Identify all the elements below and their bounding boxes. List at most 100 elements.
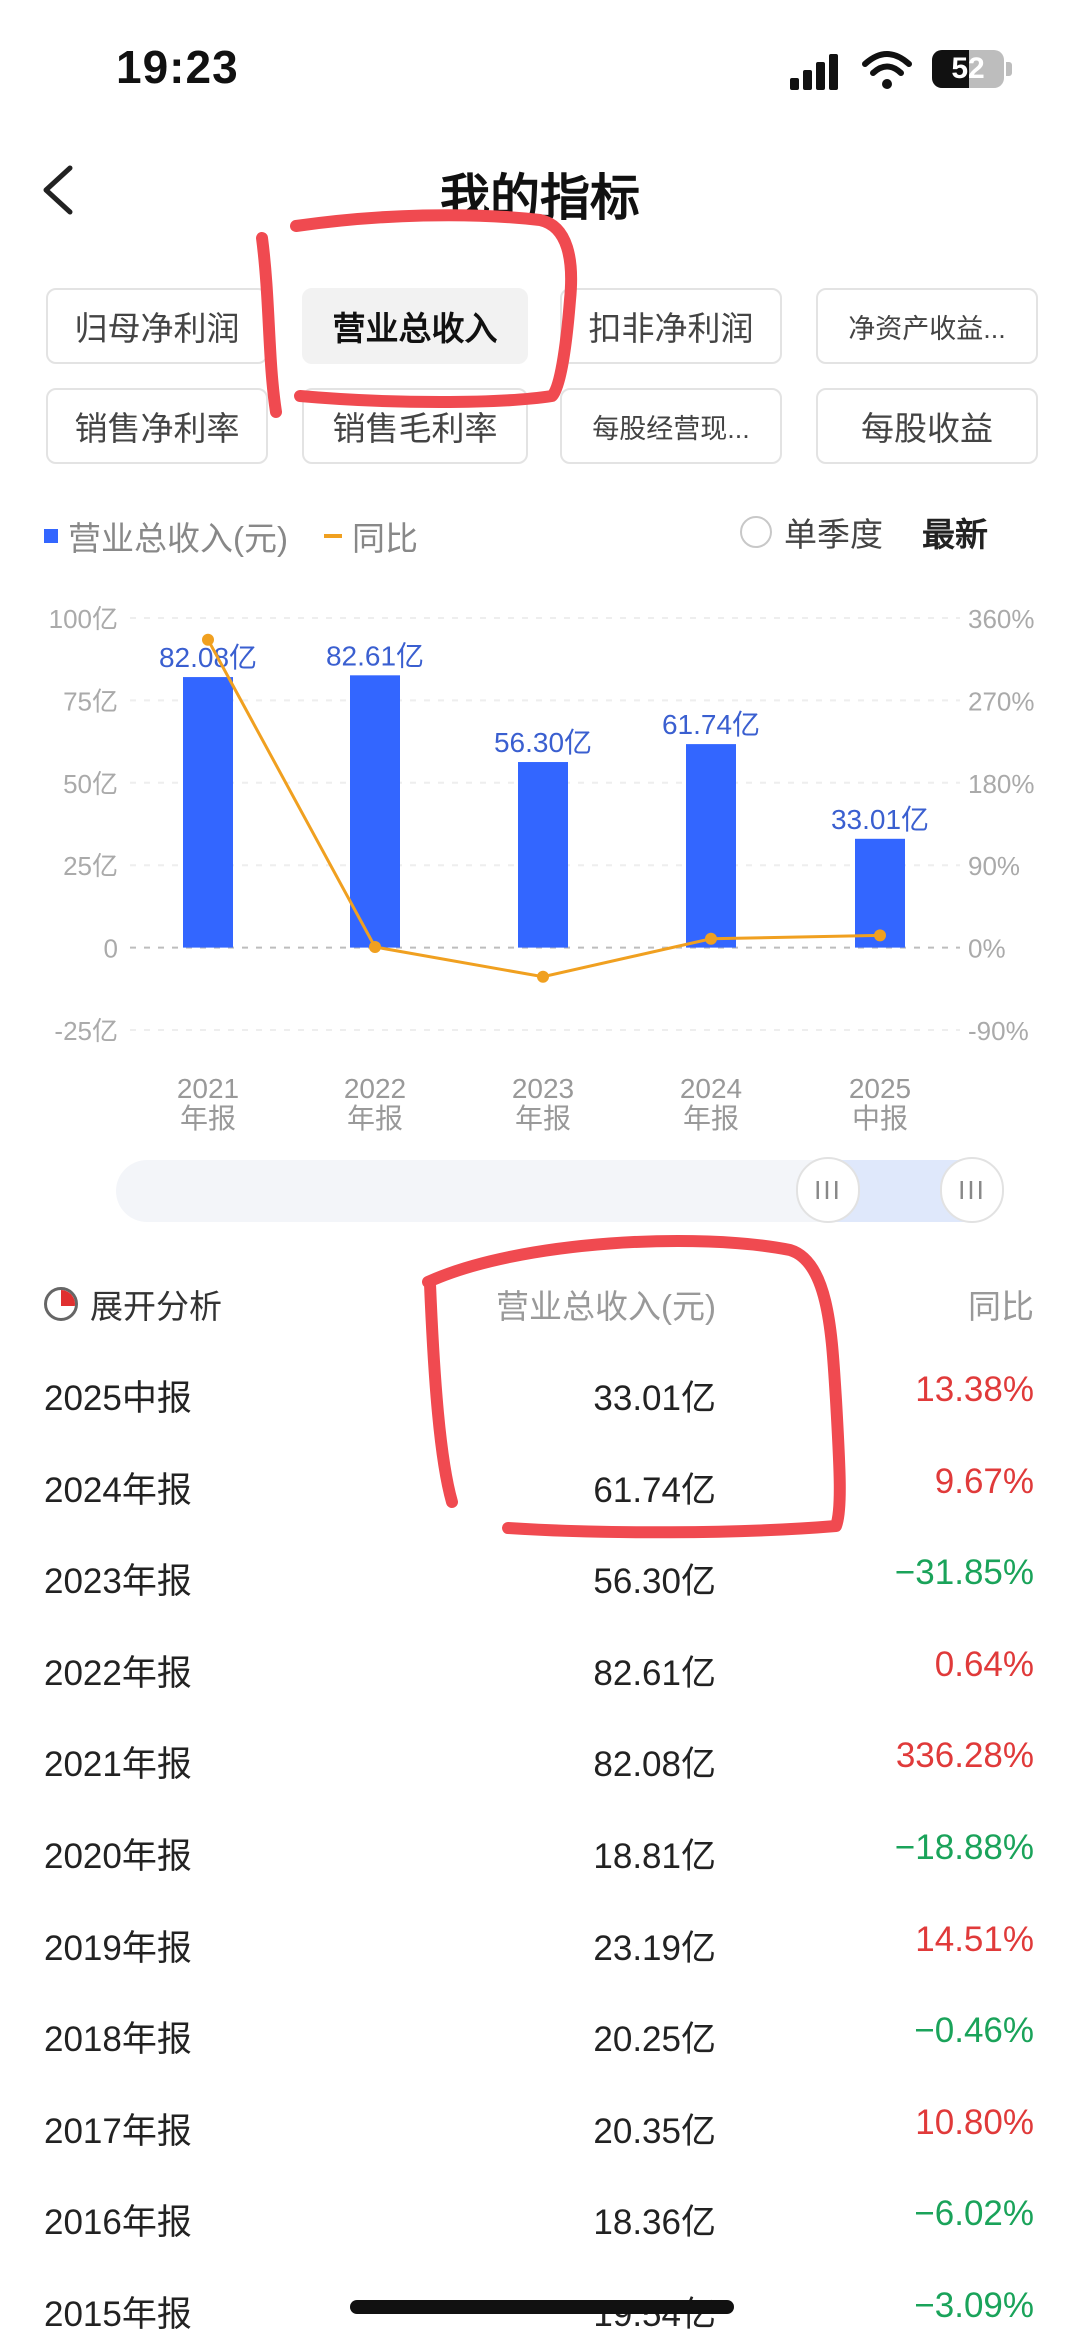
revenue-bar <box>686 744 736 948</box>
table-row[interactable]: 2022年报 82.61亿 0.64% <box>0 1645 1080 1705</box>
y-right-tick-label: 360% <box>968 604 1035 634</box>
row-yoy: 9.67% <box>934 1461 1034 1501</box>
row-period: 2017年报 <box>44 2111 192 2151</box>
tab-gross-margin[interactable]: 销售毛利率 <box>302 388 528 464</box>
radio-icon[interactable] <box>740 516 772 548</box>
row-yoy: 13.38% <box>915 1370 1034 1409</box>
latest-sort-button[interactable]: 最新 <box>922 508 988 556</box>
row-yoy: −18.88% <box>894 1828 1034 1867</box>
row-period: 2021年报 <box>44 1745 192 1785</box>
yoy-point <box>874 929 886 942</box>
x-tick-label: 年报 <box>347 1103 403 1134</box>
battery-icon: 52 <box>932 50 1004 88</box>
single-quarter-label: 单季度 <box>784 516 883 553</box>
row-revenue: 82.08亿 <box>593 1745 716 1785</box>
yoy-column-header: 同比 <box>968 1288 1034 1325</box>
table-row[interactable]: 2023年报 56.30亿 −31.85% <box>0 1553 1080 1613</box>
x-tick-label: 年报 <box>683 1103 739 1134</box>
row-revenue: 23.19亿 <box>593 1928 716 1968</box>
y-right-tick-label: 90% <box>968 851 1020 881</box>
x-tick-label: 2023 <box>512 1073 574 1104</box>
table-row[interactable]: 2024年报 61.74亿 9.67% <box>0 1462 1080 1522</box>
expand-analysis-label: 展开分析 <box>90 1288 222 1325</box>
x-tick-label: 年报 <box>180 1103 236 1134</box>
row-yoy: 0.64% <box>934 1644 1034 1684</box>
row-revenue: 20.25亿 <box>593 2020 716 2060</box>
yoy-point <box>369 941 381 954</box>
x-tick-label: 2025 <box>849 1073 911 1104</box>
single-quarter-toggle[interactable]: 单季度 <box>740 508 883 556</box>
tab-net-margin[interactable]: 销售净利率 <box>46 388 268 464</box>
row-revenue: 33.01亿 <box>593 1379 716 1418</box>
revenue-bar <box>183 677 233 948</box>
row-revenue: 61.74亿 <box>593 1470 716 1510</box>
bar-data-label: 56.30亿 <box>494 727 592 758</box>
row-revenue: 18.36亿 <box>593 2203 716 2243</box>
y-left-tick-label: 75亿 <box>63 686 118 716</box>
revenue-bar <box>518 762 568 948</box>
range-slider[interactable] <box>116 1160 996 1222</box>
x-tick-label: 中报 <box>852 1103 908 1134</box>
battery-tip <box>1006 62 1012 76</box>
y-left-tick-label: 100亿 <box>49 604 118 634</box>
bar-data-label: 82.08亿 <box>159 642 257 673</box>
x-tick-label: 2024 <box>680 1073 742 1104</box>
row-revenue: 82.61亿 <box>593 1653 716 1693</box>
y-left-tick-label: 50亿 <box>63 769 118 799</box>
table-row[interactable]: 2017年报 20.35亿 10.80% <box>0 2103 1080 2163</box>
table-row[interactable]: 2018年报 20.25亿 −0.46% <box>0 2011 1080 2071</box>
status-time: 19:23 <box>116 41 239 93</box>
home-indicator <box>350 2300 734 2314</box>
table-row[interactable]: 2025中报 33.01亿 13.38% <box>0 1370 1080 1430</box>
row-period: 2024年报 <box>44 1470 192 1510</box>
y-left-tick-label: 25亿 <box>63 851 118 881</box>
expand-analysis-button[interactable]: 展开分析 <box>44 1280 222 1328</box>
chart-legend: 营业总收入(元) 同比 <box>44 512 418 560</box>
y-right-tick-label: 0% <box>968 934 1006 964</box>
table-row[interactable]: 2021年报 82.08亿 336.28% <box>0 1736 1080 1796</box>
revenue-bar <box>350 675 400 948</box>
yoy-point <box>705 932 717 945</box>
row-yoy: 14.51% <box>915 1919 1034 1959</box>
y-left-tick-label: -25亿 <box>54 1016 118 1046</box>
row-yoy: 336.28% <box>895 1736 1034 1776</box>
bar-data-label: 82.61亿 <box>326 640 424 671</box>
table-row[interactable]: 2019年报 23.19亿 14.51% <box>0 1920 1080 1980</box>
legend-line-label: 同比 <box>351 520 418 557</box>
row-revenue: 56.30亿 <box>593 1562 716 1602</box>
revenue-column-header: 营业总收入(元) <box>496 1288 716 1325</box>
row-period: 2015年报 <box>44 2295 192 2334</box>
page-title: 我的指标 <box>440 170 640 226</box>
table-header: 展开分析 营业总收入(元) 同比 <box>0 1280 1080 1330</box>
row-period: 2020年报 <box>44 1837 192 1876</box>
slider-right-handle[interactable]: III <box>940 1157 1004 1223</box>
revenue-chart: 100亿 360% 75亿 270% 50亿 180% 25亿 90% 0 0% -25亿 -90% 8… <box>49 604 1035 1134</box>
x-tick-label: 2021 <box>177 1073 239 1104</box>
tab-eps[interactable]: 每股收益 <box>816 388 1038 464</box>
row-period: 2023年报 <box>44 1562 192 1602</box>
row-yoy: −3.09% <box>914 2286 1034 2325</box>
row-yoy: −0.46% <box>914 2011 1034 2051</box>
line-legend-swatch <box>323 534 342 538</box>
y-right-tick-label: 180% <box>968 769 1035 799</box>
row-period: 2016年报 <box>44 2203 192 2243</box>
x-tick-label: 年报 <box>515 1103 571 1134</box>
row-period: 2019年报 <box>44 1928 192 1968</box>
wifi-icon <box>862 51 912 89</box>
bar-data-label: 61.74亿 <box>662 709 760 740</box>
row-period: 2018年报 <box>44 2020 192 2060</box>
yoy-point <box>202 633 214 646</box>
legend-bar-label: 营业总收入(元) <box>68 520 288 557</box>
tab-operating-cashflow-per-share[interactable]: 每股经营现... <box>560 388 782 464</box>
y-left-tick-label: 0 <box>104 934 118 964</box>
bar-data-label: 33.01亿 <box>831 804 929 835</box>
tab-deducted-net-profit[interactable]: 扣非净利润 <box>560 288 782 364</box>
row-revenue: 20.35亿 <box>593 2111 716 2151</box>
slider-left-handle[interactable]: III <box>796 1157 860 1223</box>
tab-total-revenue[interactable]: 营业总收入 <box>302 288 528 364</box>
battery-level: 52 <box>951 52 985 85</box>
table-row[interactable]: 2020年报 18.81亿 −18.88% <box>0 1828 1080 1888</box>
table-row[interactable]: 2016年报 18.36亿 −6.02% <box>0 2194 1080 2254</box>
tab-roe[interactable]: 净资产收益... <box>816 288 1038 364</box>
tab-net-profit-parent[interactable]: 归母净利润 <box>46 288 268 364</box>
